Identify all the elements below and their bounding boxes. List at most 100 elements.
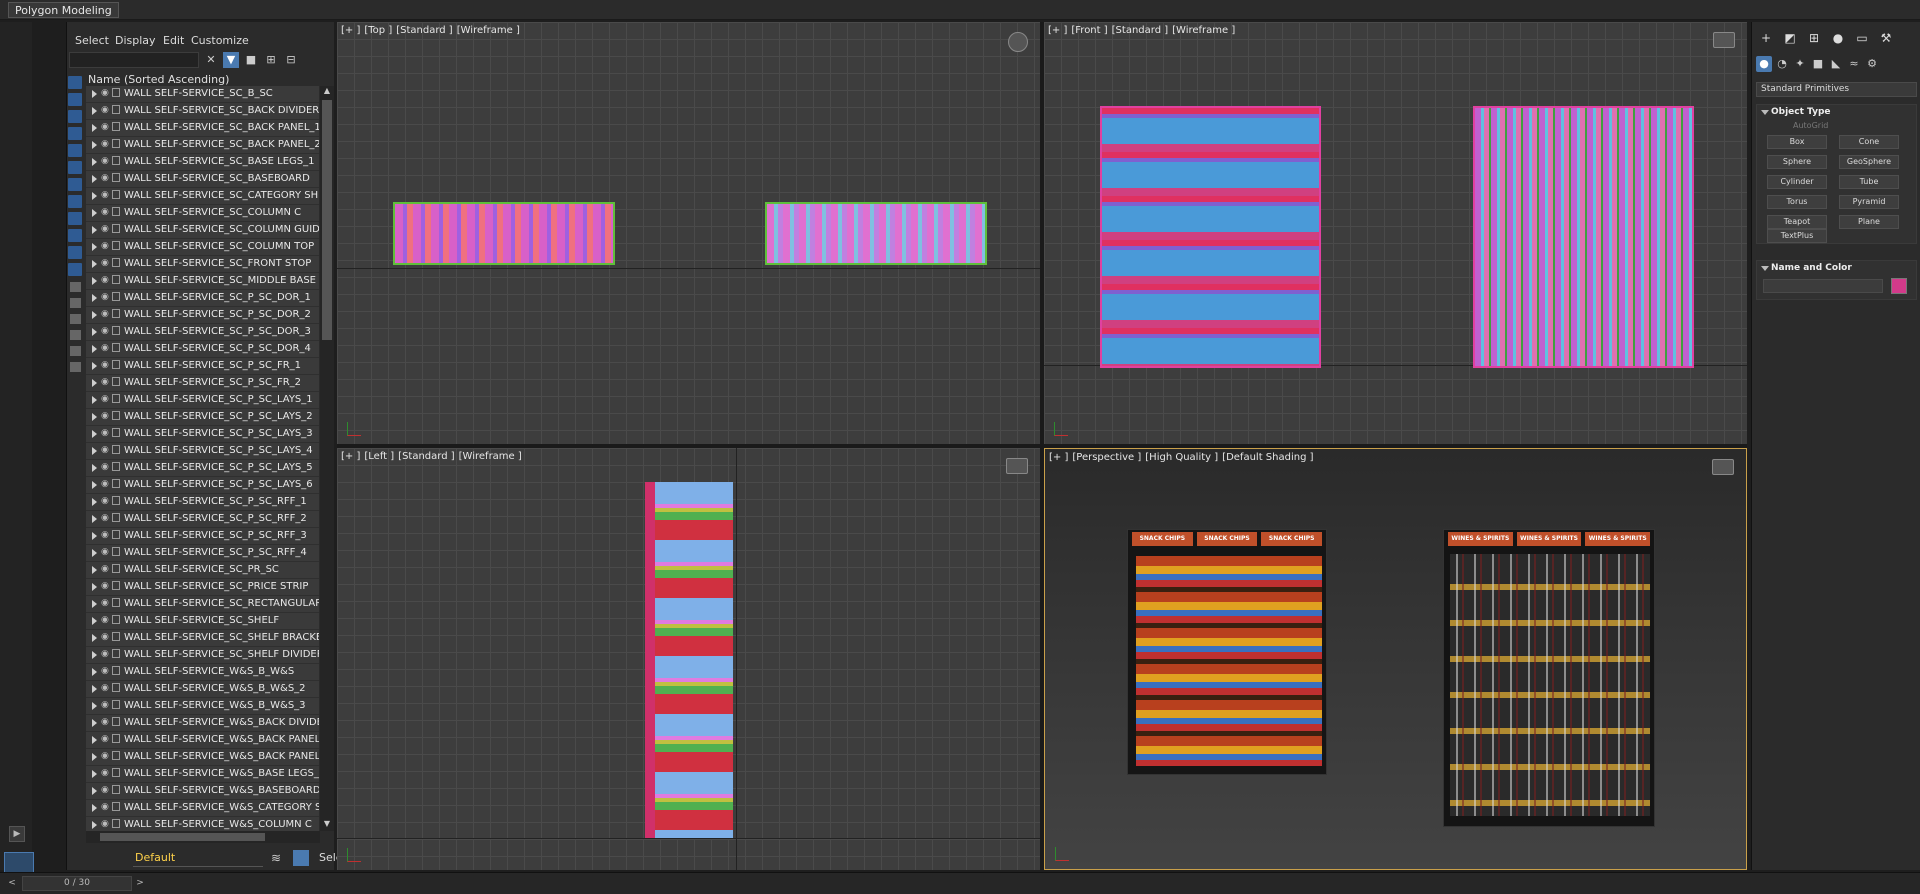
autogrid-checkbox[interactable]: AutoGrid xyxy=(1793,121,1828,130)
search-input[interactable] xyxy=(69,52,199,68)
expand-arrow-icon[interactable] xyxy=(92,447,97,455)
box-button[interactable]: Box xyxy=(1767,135,1827,149)
viewport-left-label[interactable]: [+ ] [Left ] [Standard ] [Wireframe ] xyxy=(341,451,526,462)
expand-arrow-icon[interactable] xyxy=(92,634,97,642)
expand-arrow-icon[interactable] xyxy=(92,821,97,829)
name-and-color-title[interactable]: Name and Color xyxy=(1757,261,1916,276)
expand-arrow-icon[interactable] xyxy=(92,430,97,438)
scene-list-item[interactable]: ◉ WALL SELF-SERVICE_SC_BACK PANEL_2 xyxy=(86,137,319,154)
filter-icon[interactable]: ▼ xyxy=(223,52,239,68)
groups-filter-icon[interactable] xyxy=(68,178,82,191)
visibility-eye-icon[interactable]: ◉ xyxy=(101,581,109,591)
visibility-eye-icon[interactable]: ◉ xyxy=(101,88,109,98)
expand-arrow-icon[interactable] xyxy=(92,770,97,778)
h-scrollbar-thumb[interactable] xyxy=(100,833,265,841)
display-none-icon[interactable] xyxy=(70,298,81,308)
frozen-filter-icon[interactable] xyxy=(68,246,82,259)
expand-arrow-icon[interactable] xyxy=(92,549,97,557)
tube-button[interactable]: Tube xyxy=(1839,175,1899,189)
visibility-eye-icon[interactable]: ◉ xyxy=(101,496,109,506)
scene-list-item[interactable]: ◉ WALL SELF-SERVICE_SC_COLUMN C xyxy=(86,205,319,222)
clear-search-icon[interactable]: ✕ xyxy=(203,52,219,68)
expand-arrow-icon[interactable] xyxy=(92,260,97,268)
visibility-eye-icon[interactable]: ◉ xyxy=(101,377,109,387)
visibility-eye-icon[interactable]: ◉ xyxy=(101,428,109,438)
scene-list-item[interactable]: ◉ WALL SELF-SERVICE_SC_P_SC_DOR_1 xyxy=(86,290,319,307)
scene-list-item[interactable]: ◉ WALL SELF-SERVICE_SC_BASEBOARD xyxy=(86,171,319,188)
horizontal-scrollbar[interactable] xyxy=(86,831,320,843)
visibility-eye-icon[interactable]: ◉ xyxy=(101,326,109,336)
visibility-eye-icon[interactable]: ◉ xyxy=(101,717,109,727)
cameras-filter-icon[interactable] xyxy=(68,127,82,140)
visibility-eye-icon[interactable]: ◉ xyxy=(101,258,109,268)
visibility-eye-icon[interactable]: ◉ xyxy=(101,615,109,625)
scene-list-item[interactable]: ◉ WALL SELF-SERVICE_SC_P_SC_RFF_3 xyxy=(86,528,319,545)
next-frame-button[interactable]: > xyxy=(134,876,146,891)
textplus-button[interactable]: TextPlus xyxy=(1767,229,1827,243)
visibility-eye-icon[interactable]: ◉ xyxy=(101,190,109,200)
bones-filter-icon[interactable] xyxy=(68,212,82,225)
viewport-left[interactable]: [+ ] [Left ] [Standard ] [Wireframe ] xyxy=(337,448,1040,870)
scene-list-item[interactable]: ◉ WALL SELF-SERVICE_SC_PR_SC xyxy=(86,562,319,579)
display-all-icon[interactable] xyxy=(70,282,81,292)
scene-list-item[interactable]: ◉ WALL SELF-SERVICE_SC_SHELF xyxy=(86,613,319,630)
visibility-eye-icon[interactable]: ◉ xyxy=(101,275,109,285)
scene-list-item[interactable]: ◉ WALL SELF-SERVICE_SC_BACK PANEL_1 xyxy=(86,120,319,137)
viewcube-icon[interactable] xyxy=(1008,32,1028,52)
expand-arrow-icon[interactable] xyxy=(92,583,97,591)
geometry-icon[interactable]: ● xyxy=(1756,56,1772,72)
expand-arrow-icon[interactable] xyxy=(92,209,97,217)
visibility-eye-icon[interactable]: ◉ xyxy=(101,479,109,489)
ribbon-tab-polygon-modeling[interactable]: Polygon Modeling xyxy=(8,2,119,18)
expand-arrow-icon[interactable] xyxy=(92,617,97,625)
scene-list-item[interactable]: ◉ WALL SELF-SERVICE_SC_CATEGORY SHELF xyxy=(86,188,319,205)
sphere-button[interactable]: Sphere xyxy=(1767,155,1827,169)
utilities-tab-icon[interactable]: ⚒ xyxy=(1878,30,1894,46)
container-icon[interactable] xyxy=(70,362,81,372)
scene-list-item[interactable]: ◉ WALL SELF-SERVICE_SC_P_SC_LAYS_5 xyxy=(86,460,319,477)
visibility-eye-icon[interactable]: ◉ xyxy=(101,632,109,642)
cylinder-button[interactable]: Cylinder xyxy=(1767,175,1827,189)
scene-list-item[interactable]: ◉ WALL SELF-SERVICE_SC_P_SC_LAYS_6 xyxy=(86,477,319,494)
scene-list-item[interactable]: ◉ WALL SELF-SERVICE_SC_RECTANGULAR COLU xyxy=(86,596,319,613)
scene-list-item[interactable]: ◉ WALL SELF-SERVICE_SC_P_SC_FR_1 xyxy=(86,358,319,375)
visibility-eye-icon[interactable]: ◉ xyxy=(101,819,109,829)
scene-list-item[interactable]: ◉ WALL SELF-SERVICE_W&S_BACK DIVIDER xyxy=(86,715,319,732)
scene-list-item[interactable]: ◉ WALL SELF-SERVICE_W&S_BASE LEGS_1 xyxy=(86,766,319,783)
expand-arrow-icon[interactable] xyxy=(92,600,97,608)
expand-arrow-icon[interactable] xyxy=(92,362,97,370)
shapes-icon[interactable]: ◔ xyxy=(1774,56,1790,72)
expand-arrow-icon[interactable] xyxy=(92,396,97,404)
selection-set-icon[interactable] xyxy=(293,850,309,866)
create-tab-icon[interactable]: + xyxy=(1758,30,1774,46)
visibility-eye-icon[interactable]: ◉ xyxy=(101,530,109,540)
expand-arrow-icon[interactable] xyxy=(92,90,97,98)
xrefs-filter-icon[interactable] xyxy=(68,195,82,208)
scene-list-item[interactable]: ◉ WALL SELF-SERVICE_SC_SHELF DIVIDERS xyxy=(86,647,319,664)
expand-arrow-icon[interactable] xyxy=(92,464,97,472)
visibility-eye-icon[interactable]: ◉ xyxy=(101,666,109,676)
expand-arrow-icon[interactable] xyxy=(92,243,97,251)
expand-arrow-icon[interactable] xyxy=(92,736,97,744)
helpers-filter-icon[interactable] xyxy=(68,144,82,157)
visibility-eye-icon[interactable]: ◉ xyxy=(101,751,109,761)
expand-arrow-icon[interactable] xyxy=(92,498,97,506)
expand-arrow-icon[interactable] xyxy=(92,124,97,132)
scene-list-item[interactable]: ◉ WALL SELF-SERVICE_SC_P_SC_FR_2 xyxy=(86,375,319,392)
modify-tab-icon[interactable]: ◩ xyxy=(1782,30,1798,46)
pyramid-button[interactable]: Pyramid xyxy=(1839,195,1899,209)
viewport-front-label[interactable]: [+ ] [Front ] [Standard ] [Wireframe ] xyxy=(1048,25,1239,36)
expand-arrow-icon[interactable] xyxy=(92,753,97,761)
filter-more-icon[interactable] xyxy=(70,330,81,340)
visibility-eye-icon[interactable]: ◉ xyxy=(101,122,109,132)
visibility-eye-icon[interactable]: ◉ xyxy=(101,292,109,302)
scene-list-item[interactable]: ◉ WALL SELF-SERVICE_SC_B_SC xyxy=(86,86,319,103)
viewport-front[interactable]: [+ ] [Front ] [Standard ] [Wireframe ] xyxy=(1044,22,1747,444)
expand-arrow-icon[interactable] xyxy=(92,685,97,693)
scroll-down-icon[interactable]: ▼ xyxy=(322,819,332,829)
visibility-eye-icon[interactable]: ◉ xyxy=(101,598,109,608)
viewcube-icon[interactable] xyxy=(1712,459,1734,475)
shapes-filter-icon[interactable] xyxy=(68,93,82,106)
visibility-eye-icon[interactable]: ◉ xyxy=(101,445,109,455)
scene-list-item[interactable]: ◉ WALL SELF-SERVICE_SC_P_SC_LAYS_2 xyxy=(86,409,319,426)
